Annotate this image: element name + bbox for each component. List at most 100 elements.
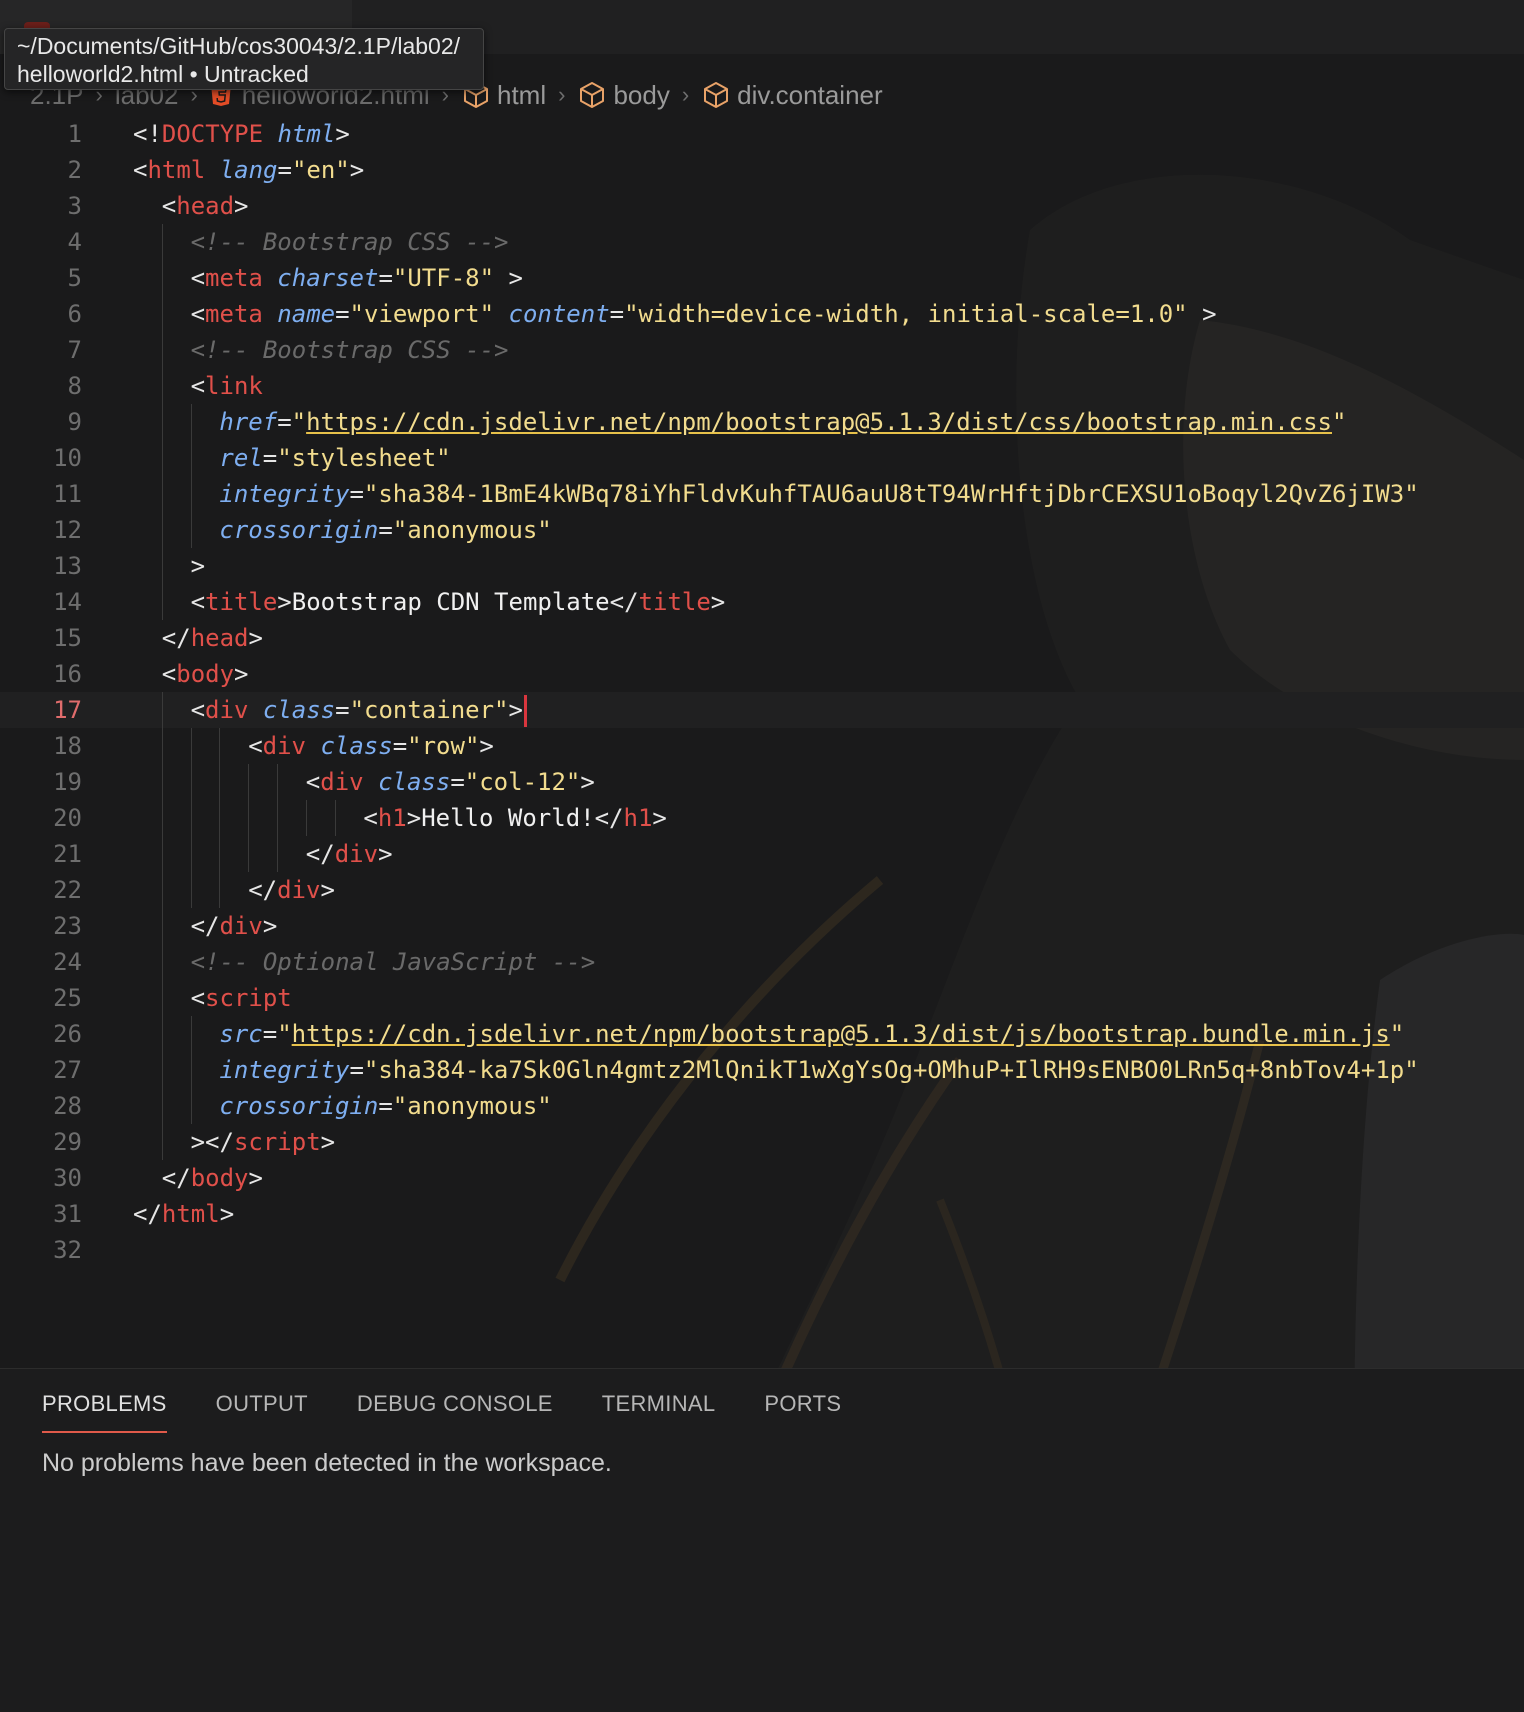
code-token: = <box>349 480 364 508</box>
code-line[interactable]: 11 integrity="sha384-1BmE4kWBq78iYhFldvKu… <box>0 476 1524 512</box>
breadcrumb-symbol-body[interactable]: body <box>613 80 669 111</box>
indent-guide <box>161 836 163 872</box>
code-token: > <box>262 912 278 940</box>
code-line[interactable]: 25 <script <box>0 980 1524 1016</box>
indent-guide <box>190 476 192 512</box>
code-token: lang <box>219 156 278 184</box>
code-line[interactable]: 18 <div class="row"> <box>0 728 1524 764</box>
code-line[interactable]: 14 <title>Bootstrap CDN Template</title> <box>0 584 1524 620</box>
line-number: 13 <box>53 552 82 580</box>
code-token: script <box>233 1128 321 1156</box>
line-number: 6 <box>67 300 82 328</box>
code-line[interactable]: 10 rel="stylesheet" <box>0 440 1524 476</box>
code-line[interactable]: 16 <body> <box>0 656 1524 692</box>
code-line[interactable]: 7 <!-- Bootstrap CSS --> <box>0 332 1524 368</box>
indent-guide <box>161 980 163 1016</box>
code-token: </ <box>248 876 278 904</box>
line-number: 12 <box>53 516 82 544</box>
code-token: div <box>262 732 306 760</box>
code-token: meta <box>205 300 263 328</box>
code-text: <head> <box>162 188 249 224</box>
code-token: < <box>190 696 206 724</box>
code-line[interactable]: 29 ></script> <box>0 1124 1524 1160</box>
code-token: class <box>262 696 336 724</box>
line-number: 28 <box>53 1092 82 1120</box>
code-token: rel <box>219 444 263 472</box>
code-line[interactable]: 4 <!-- Bootstrap CSS --> <box>0 224 1524 260</box>
tab-problems[interactable]: PROBLEMS <box>42 1391 167 1433</box>
tooltip-path: ~/Documents/GitHub/cos30043/2.1P/lab02/ <box>17 33 461 59</box>
line-number: 7 <box>67 336 82 364</box>
code-token: > <box>320 1128 336 1156</box>
code-line[interactable]: 19 <div class="col-12"> <box>0 764 1524 800</box>
code-line[interactable]: 24 <!-- Optional JavaScript --> <box>0 944 1524 980</box>
indent-guide <box>161 800 163 836</box>
code-lines[interactable]: 1 <!DOCTYPE html> 2 <html lang="en"> 3 <head>… <box>0 116 1524 1268</box>
code-line[interactable]: 9 href="https://cdn.jsdelivr.net/npm/boot… <box>0 404 1524 440</box>
tab-debug-console[interactable]: DEBUG CONSOLE <box>357 1391 553 1433</box>
code-token: = <box>262 444 278 472</box>
code-text: <meta charset="UTF-8" > <box>191 260 523 296</box>
code-line[interactable]: 20 <h1>Hello World!</h1> <box>0 800 1524 836</box>
code-line[interactable]: 26 src="https://cdn.jsdelivr.net/npm/boot… <box>0 1016 1524 1052</box>
code-text: crossorigin="anonymous" <box>219 1088 551 1124</box>
code-line[interactable]: 8 <link <box>0 368 1524 404</box>
code-token: crossorigin <box>219 1092 379 1120</box>
indent-guide <box>161 872 163 908</box>
code-token: < <box>161 192 177 220</box>
code-line[interactable]: 32 <box>0 1232 1524 1268</box>
indent-guide <box>190 836 192 872</box>
code-line[interactable]: 12 crossorigin="anonymous" <box>0 512 1524 548</box>
code-text: <!-- Optional JavaScript --> <box>191 944 596 980</box>
code-line[interactable]: 3 <head> <box>0 188 1524 224</box>
code-line[interactable]: 28 crossorigin="anonymous" <box>0 1088 1524 1124</box>
breadcrumb-symbol-div-container[interactable]: div.container <box>737 80 883 111</box>
indent-guide <box>161 1124 163 1160</box>
code-line[interactable]: 6 <meta name="viewport" content="width=de… <box>0 296 1524 332</box>
code-line[interactable]: 31 </html> <box>0 1196 1524 1232</box>
code-line[interactable]: 27 integrity="sha384-ka7Sk0Gln4gmtz2MlQni… <box>0 1052 1524 1088</box>
code-text: href="https://cdn.jsdelivr.net/npm/boots… <box>219 404 1346 440</box>
tab-ports[interactable]: PORTS <box>764 1391 841 1433</box>
code-token: > <box>349 156 365 184</box>
code-line[interactable]: 2 <html lang="en"> <box>0 152 1524 188</box>
code-line[interactable]: 1 <!DOCTYPE html> <box>0 116 1524 152</box>
code-token: > <box>1187 300 1217 328</box>
indent-guide <box>190 1088 192 1124</box>
tab-output[interactable]: OUTPUT <box>216 1391 308 1433</box>
code-line[interactable]: 30 </body> <box>0 1160 1524 1196</box>
code-line[interactable]: 23 </div> <box>0 908 1524 944</box>
code-text: <body> <box>162 656 249 692</box>
code-line[interactable]: 5 <meta charset="UTF-8" > <box>0 260 1524 296</box>
editor-area[interactable]: ~/Documents/GitHub/cos30043/2.1P/lab02/ … <box>0 0 1524 1368</box>
indent-guide <box>248 800 250 836</box>
code-token: src <box>219 1020 263 1048</box>
indent-guide <box>161 764 163 800</box>
code-line[interactable]: 17 <div class="container"> <box>0 692 1524 728</box>
indent-guide <box>190 512 192 548</box>
code-text: </div> <box>306 836 393 872</box>
code-token: > <box>234 660 249 688</box>
code-token: head <box>190 624 249 652</box>
indent-guide <box>161 224 163 260</box>
code-line[interactable]: 13 > <box>0 548 1524 584</box>
indent-guide <box>161 944 163 980</box>
code-token: = <box>378 264 393 292</box>
code-line[interactable]: 21 </div> <box>0 836 1524 872</box>
code-line[interactable]: 15 </head> <box>0 620 1524 656</box>
indent-guide <box>161 584 163 620</box>
code-text: </body> <box>162 1160 263 1196</box>
indent-guide <box>161 692 163 728</box>
code-token: </ <box>161 1164 191 1192</box>
tab-terminal[interactable]: TERMINAL <box>602 1391 716 1433</box>
code-token: div <box>334 840 379 868</box>
code-text: <div class="container"> <box>191 692 527 728</box>
code-line[interactable]: 22 </div> <box>0 872 1524 908</box>
code-token: html <box>277 120 336 148</box>
code-token: https://cdn.jsdelivr.net/npm/bootstrap@5… <box>306 408 1332 436</box>
code-token: " <box>291 408 307 436</box>
code-token: = <box>277 408 292 436</box>
code-text: <div class="col-12"> <box>306 764 595 800</box>
breadcrumb-symbol-html[interactable]: html <box>497 80 546 111</box>
line-number: 8 <box>67 372 82 400</box>
